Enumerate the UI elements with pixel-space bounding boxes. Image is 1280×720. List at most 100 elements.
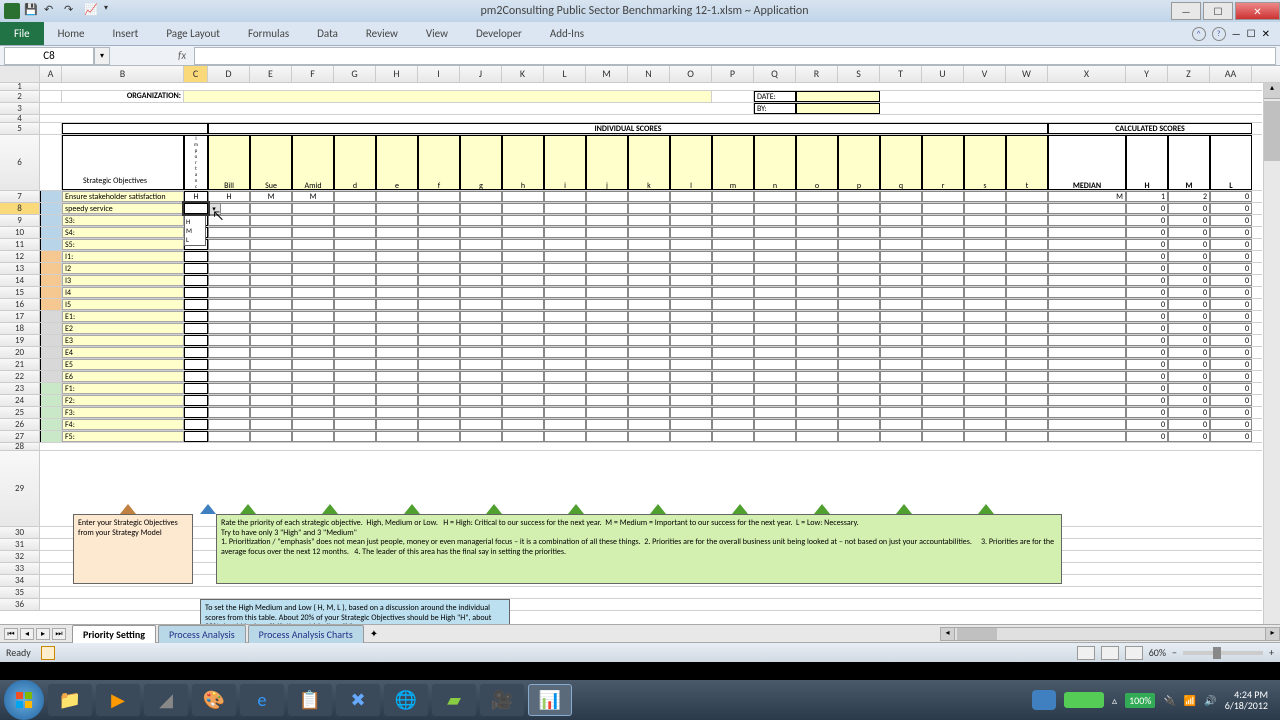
col-header-G[interactable]: G [334, 66, 376, 82]
tab-review[interactable]: Review [352, 23, 412, 44]
objective-label[interactable]: S3: [62, 215, 184, 226]
hscroll-thumb[interactable] [957, 628, 997, 640]
objective-label[interactable]: S5: [62, 239, 184, 250]
scorer-o[interactable]: o [796, 135, 838, 190]
selected-cell[interactable] [184, 203, 208, 214]
objective-label[interactable]: E3 [62, 335, 184, 346]
col-header-B[interactable]: B [62, 66, 184, 82]
zoom-slider[interactable] [1183, 651, 1263, 655]
scorer-k[interactable]: k [628, 135, 670, 190]
tab-view[interactable]: View [412, 23, 462, 44]
objective-label[interactable]: F5: [62, 431, 184, 442]
objective-label[interactable]: F2: [62, 395, 184, 406]
objective-label[interactable]: E4 [62, 347, 184, 358]
taskbar-excel[interactable]: 📊 [528, 684, 572, 716]
start-button[interactable] [4, 680, 44, 720]
col-header-R[interactable]: R [796, 66, 838, 82]
col-header-O[interactable]: O [670, 66, 712, 82]
tray-volume-icon[interactable]: 🔊 [1204, 694, 1216, 707]
col-header-T[interactable]: T [880, 66, 922, 82]
tab-insert[interactable]: Insert [99, 23, 153, 44]
col-header-AA[interactable]: AA [1210, 66, 1252, 82]
row-header-21[interactable]: 21 [0, 359, 40, 371]
taskbar-app-green[interactable]: ▰ [432, 684, 476, 716]
scorer-h[interactable]: h [502, 135, 544, 190]
scorer-p[interactable]: p [838, 135, 880, 190]
zoom-in-button[interactable]: + [1269, 646, 1274, 659]
horizontal-scrollbar[interactable]: ◂ ▸ [940, 627, 1280, 641]
calculated-scores-header[interactable]: CALCULATED SCORES [1048, 123, 1252, 134]
row-header-34[interactable]: 34 [0, 575, 40, 587]
row-header-35[interactable]: 35 [0, 587, 40, 599]
col-header-S[interactable]: S [838, 66, 880, 82]
col-header-K[interactable]: K [502, 66, 544, 82]
scroll-right-button[interactable]: ▸ [1265, 628, 1279, 640]
row-header-5[interactable]: 5 [0, 123, 40, 135]
tray-network-icon[interactable]: 📶 [1184, 694, 1196, 707]
tab-prev-button[interactable]: ◂ [20, 628, 34, 640]
view-pagebreak-button[interactable] [1125, 646, 1143, 660]
row-header-31[interactable]: 31 [0, 539, 40, 551]
row-header-33[interactable]: 33 [0, 563, 40, 575]
row-header-10[interactable]: 10 [0, 227, 40, 239]
save-icon[interactable]: 💾 [24, 3, 40, 19]
tab-developer[interactable]: Developer [462, 23, 536, 44]
tray-power-icon[interactable]: 🔌 [1163, 694, 1175, 707]
individual-scores-header[interactable]: INDIVIDUAL SCORES [208, 123, 1048, 134]
doc-min-icon[interactable]: — [1232, 27, 1241, 40]
row-header-26[interactable]: 26 [0, 419, 40, 431]
name-box[interactable]: C8 [4, 47, 94, 65]
col-header-A[interactable]: A [40, 66, 62, 82]
sheet-tab-process-analysis[interactable]: Process Analysis [158, 625, 246, 643]
row-header-20[interactable]: 20 [0, 347, 40, 359]
quickchart-icon[interactable]: 📈 [84, 3, 100, 19]
row-header-16[interactable]: 16 [0, 299, 40, 311]
row-header-17[interactable]: 17 [0, 311, 40, 323]
date-input[interactable] [796, 91, 880, 102]
macro-record-icon[interactable] [41, 646, 55, 660]
organization-label[interactable]: ORGANIZATION: [62, 91, 184, 102]
objective-label[interactable]: F1: [62, 383, 184, 394]
doc-close-icon[interactable]: ✕ [1262, 27, 1270, 40]
row-header-22[interactable]: 22 [0, 371, 40, 383]
row-header-4[interactable]: 4 [0, 115, 40, 123]
tab-last-button[interactable]: ⏭ [52, 628, 66, 640]
scorer-Sue[interactable]: Sue [250, 135, 292, 190]
date-label[interactable]: DATE: [754, 91, 796, 102]
help-icon[interactable]: ? [1212, 27, 1226, 41]
taskbar-chrome[interactable]: 🌐 [384, 684, 428, 716]
scroll-thumb[interactable] [1264, 101, 1280, 161]
taskbar-explorer[interactable]: 📁 [48, 684, 92, 716]
new-sheet-icon[interactable]: ✦ [370, 627, 378, 640]
row-header-8[interactable]: 8 [0, 203, 40, 215]
fx-label[interactable]: fx [170, 49, 194, 62]
row-header-2[interactable]: 2 [0, 91, 40, 103]
importance-header[interactable]: I m p o r t a n c e [184, 135, 208, 190]
objective-label[interactable]: I3 [62, 275, 184, 286]
col-header-E[interactable]: E [250, 66, 292, 82]
scorer-Amid[interactable]: Amid [292, 135, 334, 190]
col-header-W[interactable]: W [1006, 66, 1048, 82]
row-header-29[interactable]: 29 [0, 451, 40, 527]
tab-next-button[interactable]: ▸ [36, 628, 50, 640]
view-normal-button[interactable] [1077, 646, 1095, 660]
col-header-J[interactable]: J [460, 66, 502, 82]
scorer-m[interactable]: m [712, 135, 754, 190]
objective-label[interactable]: Ensure stakeholder satisfaction [62, 191, 184, 202]
col-header-L[interactable]: L [544, 66, 586, 82]
row-header-30[interactable]: 30 [0, 527, 40, 539]
scroll-left-button[interactable]: ◂ [941, 628, 955, 640]
tray-battery-icon[interactable] [1064, 692, 1104, 708]
row-header-36[interactable]: 36 [0, 599, 40, 611]
sheet-tab-process-analysis-charts[interactable]: Process Analysis Charts [248, 625, 364, 643]
row-header-13[interactable]: 13 [0, 263, 40, 275]
objective-label[interactable]: S4: [62, 227, 184, 238]
scorer-j[interactable]: j [586, 135, 628, 190]
redo-icon[interactable]: ↷ [64, 3, 80, 19]
row-header-11[interactable]: 11 [0, 239, 40, 251]
row-header-25[interactable]: 25 [0, 407, 40, 419]
validation-list[interactable]: H M L [184, 215, 206, 246]
maximize-button[interactable]: ☐ [1203, 2, 1233, 20]
row-header-19[interactable]: 19 [0, 335, 40, 347]
tab-formulas[interactable]: Formulas [234, 23, 303, 44]
